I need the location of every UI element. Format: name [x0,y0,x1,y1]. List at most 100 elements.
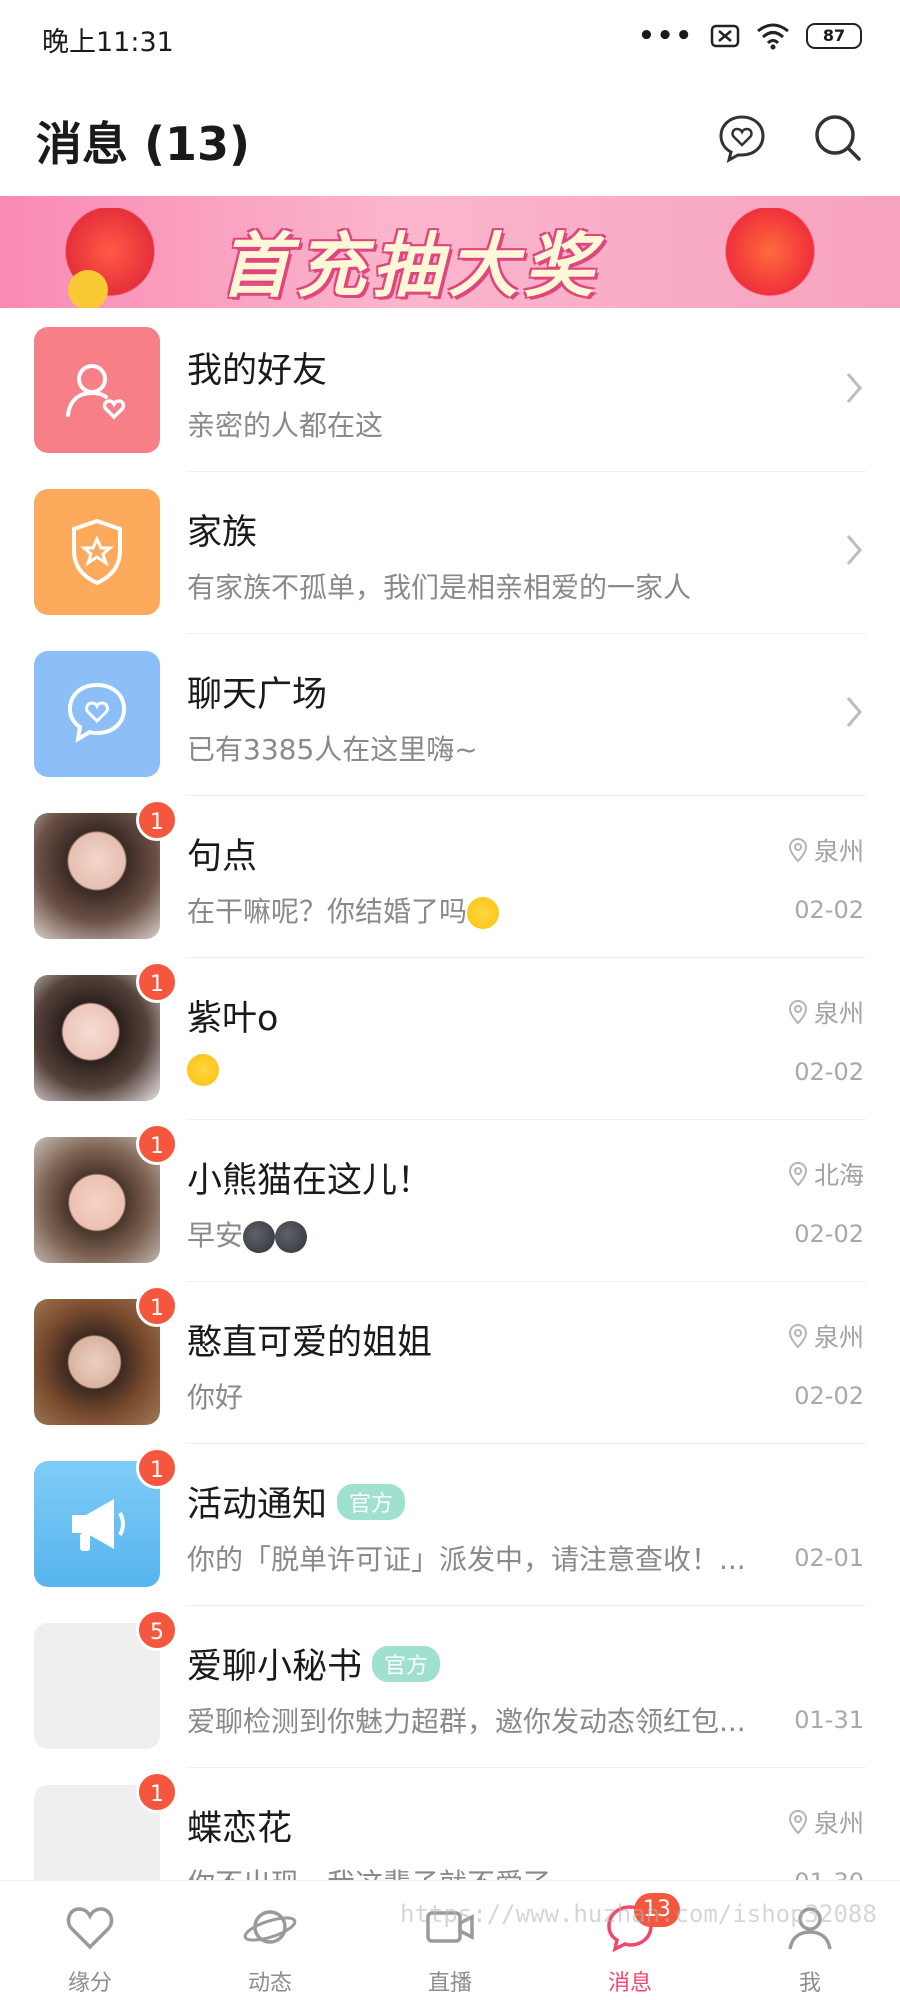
location-label: 泉州 [788,994,864,1030]
chat-heart-icon [67,682,127,743]
unread-badge: 1 [136,1285,178,1327]
row-title-text: 家族 [187,513,258,553]
nav-item-planet[interactable]: 动态 [210,1899,330,1997]
row-subtitle: 爱聊检测到你魅力超群，邀你发动态领红包... [187,1705,746,1738]
avatar [34,489,160,615]
unread-badge: 1 [136,1771,178,1813]
conversation-row[interactable]: 1 活动通知 官方你的「脱单许可证」派发中，请注意查收！... 02-01 [0,1444,900,1606]
status-bar: 晚上11:31 ••• 87 [0,0,900,76]
heart-icon [66,1907,114,1950]
location-label: 泉州 [788,1804,864,1840]
nav-label: 直播 [427,1971,472,1996]
notification-muted-icon [710,24,740,48]
row-title: 家族 [187,504,257,555]
row-title: 蝶恋花 [187,1800,292,1851]
smile-emoji-icon [467,897,500,929]
conversation-row[interactable]: 1 句点在干嘛呢？你结婚了吗 泉州 02-02 [0,796,900,958]
location-pin-icon [788,837,807,863]
row-title-text: 蝶恋花 [187,1809,293,1849]
banner-text: 首充抽大奖 [220,225,600,307]
bottom-nav: 缘分 动态 直播 消息 13 我 [0,1880,900,2000]
nav-item-heart[interactable]: 缘分 [30,1899,150,1997]
row-subtitle: 在干嘛呢？你结婚了吗 [187,890,500,930]
chevron-right-icon [846,697,862,727]
unread-badge: 1 [136,799,178,841]
row-title-text: 紫叶o [187,999,279,1039]
row-subtitle: 有家族不孤单，我们是相亲相爱的一家人 [187,571,692,604]
conversation-row[interactable]: 5 爱聊小秘书 官方爱聊检测到你魅力超群，邀你发动态领红包... 01-31 [0,1606,900,1768]
page-title: 消息 (13) [36,117,251,171]
row-subtitle: 你的「脱单许可证」派发中，请注意查收！... [187,1543,746,1576]
row-title: 紫叶o [187,990,278,1041]
row-title-text: 爱聊小秘书 [187,1647,363,1687]
wifi-icon [757,23,789,50]
battery-indicator: 87 [806,23,862,49]
friend-icon [66,364,126,420]
chevron-right-icon [846,373,862,403]
unread-badge: 1 [136,1123,178,1165]
entry-row[interactable]: 家族有家族不孤单，我们是相亲相爱的一家人 [0,472,900,634]
more-dots-icon: ••• [638,21,694,51]
row-subtitle: 亲密的人都在这 [187,409,384,442]
row-subtitle: 你好 [187,1381,244,1414]
conversation-row[interactable]: 1 小熊猫在这儿！ 早安 北海 02-02 [0,1120,900,1282]
row-title-text: 聊天广场 [187,675,328,715]
official-tag: 官方 [337,1483,406,1520]
watermark: https://www.huzhan.com/ishop32088 [400,1900,877,1928]
unread-badge: 5 [136,1609,178,1651]
nav-label: 消息 [607,1971,652,1996]
row-subtitle [187,1052,219,1086]
location-pin-icon [788,1323,807,1349]
message-date: 02-02 [794,1058,864,1086]
mascot-right-icon [720,208,820,304]
message-date: 02-02 [794,1382,864,1410]
moon-emoji-icon [275,1221,308,1253]
row-title-text: 我的好友 [187,351,328,391]
conversation-row[interactable]: 1 紫叶o 泉州 02-02 [0,958,900,1120]
row-title: 小熊猫在这儿！ [187,1152,432,1203]
nav-label: 我 [798,1971,821,1996]
entry-row[interactable]: 我的好友亲密的人都在这 [0,310,900,472]
avatar [34,327,160,453]
row-title: 憨直可爱的姐姐 [187,1314,432,1365]
row-subtitle: 早安 [187,1214,308,1254]
grin-emoji-icon [187,1054,219,1086]
header: 消息 (13) [0,100,900,190]
chevron-right-icon [846,535,862,565]
row-title: 我的好友 [187,342,327,393]
location-pin-icon [788,1809,807,1835]
planet-icon [243,1910,297,1944]
location-label: 泉州 [788,1318,864,1354]
conversation-row[interactable]: 1 憨直可爱的姐姐你好 泉州 02-02 [0,1282,900,1444]
moon-emoji-icon [243,1221,276,1253]
location-label: 泉州 [788,832,864,868]
nav-label: 动态 [247,1971,292,1996]
row-title: 句点 [187,828,257,879]
search-icon[interactable] [812,112,864,164]
entry-row[interactable]: 聊天广场已有3385人在这里嗨~ [0,634,900,796]
row-title-text: 小熊猫在这儿！ [187,1161,433,1201]
official-tag: 官方 [372,1645,441,1682]
avatar [34,651,160,777]
row-title: 爱聊小秘书 官方 [187,1638,441,1689]
row-subtitle: 已有3385人在这里嗨~ [187,733,478,766]
promo-banner[interactable]: 首充抽大奖 [0,196,900,308]
shield-star-icon [72,518,122,586]
message-date: 02-01 [794,1544,864,1572]
status-time: 晚上11:31 [42,27,174,58]
location-pin-icon [788,1161,807,1187]
row-title: 聊天广场 [187,666,327,717]
unread-badge: 1 [136,1447,178,1489]
heart-chat-icon[interactable] [716,112,768,164]
location-label: 北海 [788,1156,864,1192]
row-title-text: 憨直可爱的姐姐 [187,1323,433,1363]
gold-coin-icon [68,270,108,308]
row-title-text: 句点 [187,837,258,877]
status-indicators: ••• 87 [638,22,862,50]
location-pin-icon [788,999,807,1025]
message-date: 02-02 [794,896,864,924]
unread-badge: 1 [136,961,178,1003]
row-title: 活动通知 官方 [187,1476,406,1527]
message-date: 01-31 [794,1706,864,1734]
row-title-text: 活动通知 [187,1485,328,1525]
